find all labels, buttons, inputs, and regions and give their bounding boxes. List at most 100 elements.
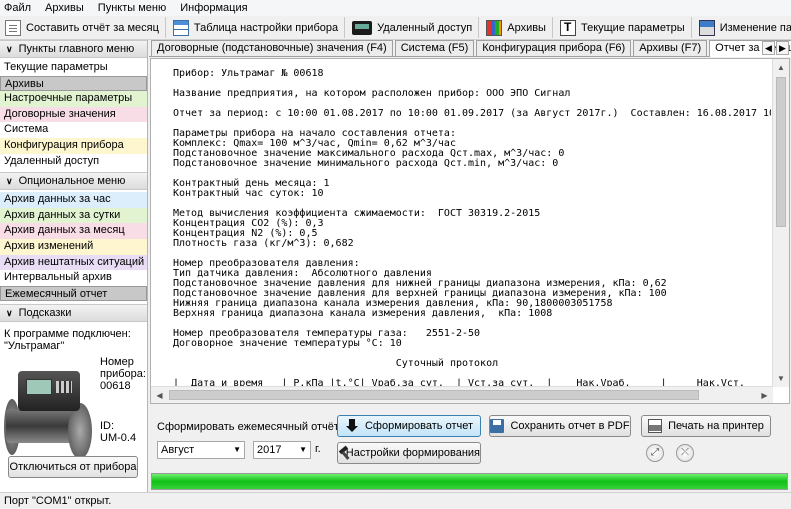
- year-select-value: 2017: [257, 444, 282, 456]
- print-label: Печать на принтер: [668, 420, 764, 432]
- password-icon: [698, 19, 715, 36]
- scroll-left-icon[interactable]: ◀: [151, 387, 168, 404]
- print-button[interactable]: Печать на принтер: [641, 415, 771, 437]
- report-line: Договорное значение температуры °С: 10: [173, 338, 402, 349]
- main-menu-header-label: Пункты главного меню: [18, 43, 135, 55]
- optional-menu-list: Архив данных за час Архив данных за сутки…: [0, 190, 147, 302]
- main-menu-header[interactable]: ∨ Пункты главного меню: [0, 40, 147, 58]
- report-line: Прибор: Ультрамаг № 00618: [173, 69, 324, 79]
- connected-label: К программе подключен:: [4, 328, 131, 341]
- progress-fill: [152, 474, 787, 489]
- report-line: Подстановочное значение минимального рас…: [173, 158, 559, 169]
- tab-scroll-right-icon[interactable]: ▶: [776, 41, 789, 55]
- scroll-right-icon[interactable]: ▶: [756, 387, 773, 404]
- scroll-down-icon[interactable]: ▼: [773, 370, 789, 387]
- collapse-chevron-icon: ∨: [6, 175, 13, 186]
- table-icon: [172, 19, 189, 36]
- parameters-icon: [559, 19, 576, 36]
- disconnect-button[interactable]: Отключиться от прибора: [8, 456, 138, 478]
- monthly-report-button[interactable]: Составить отчёт за месяц: [2, 17, 166, 38]
- main-menu-item[interactable]: Архивы: [0, 75, 147, 92]
- optional-menu-item[interactable]: Ежемесячный отчет: [0, 285, 147, 302]
- printer-icon: [648, 419, 663, 433]
- menu-items[interactable]: Пункты меню: [98, 2, 166, 14]
- hints-header-label: Подсказки: [18, 307, 72, 320]
- main-menu-item[interactable]: Конфигурация прибора: [0, 137, 147, 154]
- vertical-scrollbar[interactable]: ▲ ▼: [772, 59, 789, 387]
- collapse-chevron-icon: ∨: [6, 43, 13, 54]
- change-password-button[interactable]: Изменение пароля: [696, 17, 791, 38]
- main-menu-item[interactable]: Удаленный доступ: [0, 153, 147, 170]
- report-line: Контрактный час суток: 10: [173, 188, 324, 199]
- main-menu-list: Текущие параметры Архивы Настроечные парам…: [0, 58, 147, 170]
- month-select[interactable]: Август ▼: [157, 441, 245, 459]
- chevron-down-icon: ▼: [299, 445, 307, 454]
- form-report-label: Сформировать ежемесячный отчёт за: [157, 421, 354, 433]
- main-menu-item[interactable]: Текущие параметры: [0, 60, 147, 76]
- document-icon: [5, 19, 21, 36]
- generate-report-label: Сформировать отчет: [364, 420, 474, 432]
- menu-file[interactable]: Файл: [4, 2, 31, 14]
- hammer-icon: [338, 446, 340, 460]
- tab-scroll-left-icon[interactable]: ◀: [762, 41, 775, 55]
- menu-info[interactable]: Информация: [180, 2, 247, 14]
- device-settings-table-button[interactable]: Таблица настройки прибора: [170, 17, 346, 38]
- main-menu-item[interactable]: Система: [0, 122, 147, 138]
- optional-menu-item[interactable]: Архив данных за час: [0, 192, 147, 208]
- change-password-label: Изменение пароля: [719, 21, 791, 34]
- remote-access-button[interactable]: Удаленный доступ: [349, 17, 480, 38]
- tab-bar: Договорные (подстановочные) значения (F4…: [149, 40, 791, 57]
- optional-menu-header-label: Опциональное меню: [18, 175, 126, 188]
- horizontal-scroll-thumb[interactable]: [169, 390, 699, 400]
- current-params-label: Текущие параметры: [580, 21, 685, 34]
- year-select[interactable]: 2017 ▼: [253, 441, 311, 459]
- remote-device-icon: [352, 20, 373, 35]
- report-line: Верхняя граница диапазона канала измерен…: [173, 308, 553, 319]
- optional-menu-item[interactable]: Архив нештатных ситуаций: [0, 254, 147, 271]
- device-name: "Ультрамаг": [4, 340, 65, 353]
- optional-menu-header[interactable]: ∨ Опциональное меню: [0, 172, 147, 191]
- optional-menu-item[interactable]: Интервальный архив: [0, 270, 147, 286]
- save-pdf-label: Сохранить отчет в PDF: [510, 420, 630, 432]
- vertical-scroll-thumb[interactable]: [776, 77, 786, 227]
- report-text: Прибор: Ультрамаг № 00618 Название предпр…: [173, 69, 771, 387]
- optional-menu-item[interactable]: Архив изменений: [0, 238, 147, 255]
- chevron-down-icon: ▼: [233, 445, 241, 454]
- id-label: ID:: [100, 420, 115, 433]
- left-panel: ∨ Пункты главного меню Текущие параметры…: [0, 40, 148, 492]
- tab-contract-values[interactable]: Договорные (подстановочные) значения (F4…: [151, 40, 393, 56]
- year-suffix: г.: [315, 443, 321, 455]
- tab-system[interactable]: Система (F5): [394, 40, 475, 56]
- collapse-chevron-icon: ∨: [6, 307, 13, 318]
- tab-archives[interactable]: Архивы (F7): [633, 40, 708, 56]
- report-controls: Сформировать ежемесячный отчёт за Август…: [149, 405, 791, 471]
- optional-menu-item[interactable]: Архив данных за месяц: [0, 223, 147, 239]
- current-params-button[interactable]: Текущие параметры: [557, 17, 692, 38]
- download-arrow-icon: [345, 419, 359, 433]
- status-bar: Порт "COM1" открыт.: [0, 492, 791, 509]
- save-pdf-button[interactable]: Сохранить отчет в PDF: [489, 415, 631, 437]
- save-disk-icon: [490, 419, 505, 433]
- menu-archives[interactable]: Архивы: [45, 2, 84, 14]
- toolbar: Составить отчёт за месяц Таблица настрой…: [0, 16, 791, 40]
- device-number-label: Номер прибора:: [100, 356, 146, 381]
- report-line: Название предприятия, на котором располо…: [173, 88, 571, 99]
- archives-button[interactable]: Архивы: [483, 17, 553, 38]
- zoom-in-icon[interactable]: ⤢: [646, 444, 664, 462]
- report-settings-button[interactable]: Настройки формирования: [337, 442, 481, 464]
- report-line: Отчет за период: с 10:00 01.08.2017 по 1…: [173, 108, 771, 119]
- hints-header[interactable]: ∨ Подсказки: [0, 304, 147, 323]
- report-line: Плотность газа (кг/м^3): 0,682: [173, 238, 354, 249]
- zoom-out-icon[interactable]: ⤬: [676, 444, 694, 462]
- optional-menu-item[interactable]: Архив данных за сутки: [0, 207, 147, 224]
- horizontal-scrollbar[interactable]: ◀ ▶: [151, 386, 773, 403]
- main-menu-item[interactable]: Настроечные параметры: [0, 91, 147, 107]
- tab-device-config[interactable]: Конфигурация прибора (F6): [476, 40, 632, 56]
- month-select-value: Август: [161, 444, 195, 456]
- generate-report-button[interactable]: Сформировать отчет: [337, 415, 481, 437]
- remote-access-label: Удаленный доступ: [377, 21, 473, 34]
- device-number: 00618: [100, 380, 131, 393]
- scroll-up-icon[interactable]: ▲: [773, 59, 789, 76]
- report-viewer: Прибор: Ультрамаг № 00618 Название предпр…: [150, 58, 790, 404]
- main-menu-item[interactable]: Договорные значения: [0, 106, 147, 123]
